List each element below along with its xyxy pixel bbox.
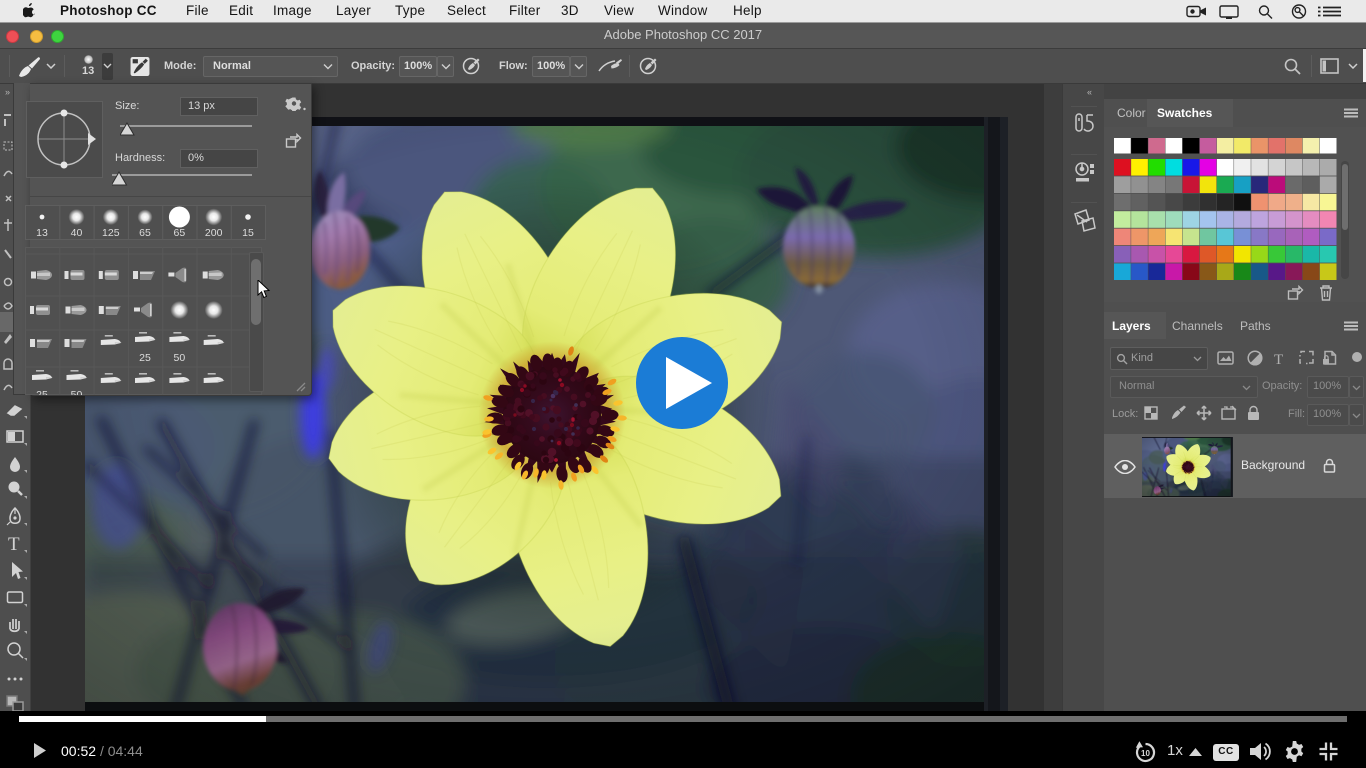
svg-text:200: 200 [205,227,223,239]
svg-text:25: 25 [36,389,48,395]
svg-text:125: 125 [102,227,120,239]
svg-text:25: 25 [139,352,151,364]
svg-text:T: T [1274,352,1283,367]
svg-text:13: 13 [36,227,48,239]
svg-text:10: 10 [1141,749,1150,758]
svg-text:65: 65 [139,227,151,239]
svg-text:15: 15 [242,227,254,239]
svg-text:50: 50 [174,352,186,364]
svg-text:65: 65 [174,227,186,239]
svg-text:T: T [8,534,20,555]
svg-text:50: 50 [71,389,83,395]
svg-text:40: 40 [71,227,83,239]
